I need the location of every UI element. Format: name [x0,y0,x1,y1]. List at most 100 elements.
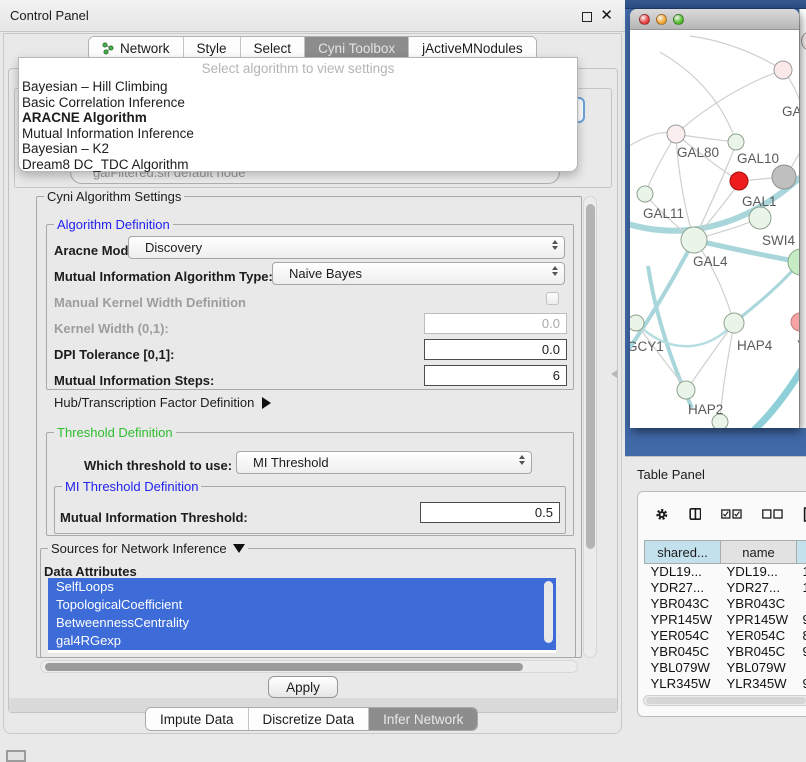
table-row[interactable]: YPR145WYPR145W9. [645,612,806,628]
table-cell[interactable]: 8. [797,628,806,644]
table-cell[interactable]: YBL079W [645,660,721,676]
checked-pair-icon[interactable] [721,508,742,520]
node-attribute-table[interactable]: shared...nameA YDL19...YDL19...13YDR27..… [644,540,806,690]
scrollbar-thumb[interactable] [646,697,806,704]
column-header-name[interactable]: name [721,541,797,564]
algorithm-option[interactable]: Dream8 DC_TDC Algorithm [19,157,577,173]
network-edge[interactable] [645,134,676,194]
gear-icon[interactable] [655,506,669,523]
network-edge[interactable] [734,262,799,323]
mi-type-combo[interactable]: Naive Bayes [272,262,565,285]
network-node[interactable] [677,381,695,399]
table-cell[interactable]: 9. [797,644,806,660]
network-edge[interactable] [688,323,734,388]
close-icon[interactable]: ✕ [600,6,613,24]
table-cell[interactable]: YDL19... [645,564,721,580]
tab-discretize-data[interactable]: Discretize Data [249,708,370,730]
spinner-arrows-icon[interactable] [552,266,558,276]
network-edge[interactable] [754,348,799,428]
network-node[interactable] [681,227,707,253]
spinner-arrows-icon[interactable] [552,240,558,250]
manual-kernel-checkbox[interactable] [546,292,559,305]
aracne-mode-combo[interactable]: Discovery [128,236,565,259]
table-cell[interactable]: YDR27... [645,580,721,596]
collapsed-panel-icon[interactable] [6,750,26,762]
network-node[interactable] [791,313,799,331]
network-node[interactable] [637,186,653,202]
list-scrollbar[interactable] [544,581,553,643]
apply-button[interactable]: Apply [268,676,338,698]
tab-impute-data[interactable]: Impute Data [146,708,249,730]
table-row[interactable]: YLR345WYLR345W9. [645,676,806,691]
columns-icon[interactable] [689,506,702,522]
table-cell[interactable]: YDL19... [721,564,797,580]
table-cell[interactable] [797,596,806,612]
which-threshold-combo[interactable]: MI Threshold [236,451,532,474]
unchecked-pair-icon[interactable] [762,508,783,520]
tab-infer-network[interactable]: Infer Network [369,708,477,730]
mi-threshold-field[interactable]: 0.5 [420,502,560,523]
table-cell[interactable]: 9. [797,676,806,691]
table-row[interactable]: YDL19...YDL19...13 [645,564,806,580]
scrollbar-thumb[interactable] [45,663,523,671]
network-node[interactable] [630,315,644,331]
algorithm-option[interactable]: Mutual Information Inference [19,126,577,142]
table-cell[interactable]: YPR145W [645,612,721,628]
table-cell[interactable]: 13 [797,564,806,580]
table-cell[interactable]: YDR27... [721,580,797,596]
table-row[interactable]: YBL079WYBL079W [645,660,806,676]
table-cell[interactable]: YLR345W [721,676,797,691]
attribute-list-item[interactable]: TopologicalCoefficient [48,596,556,614]
table-cell[interactable]: YER054C [645,628,721,644]
table-horizontal-scrollbar[interactable] [643,695,806,706]
table-cell[interactable]: YPR145W [721,612,797,628]
algorithm-option[interactable]: ARACNE Algorithm [19,110,577,126]
network-node[interactable] [749,207,771,229]
algorithm-option[interactable]: Bayesian – K2 [19,141,577,157]
network-node[interactable] [788,249,799,275]
network-node[interactable] [724,313,744,333]
table-cell[interactable]: 12 [797,580,806,596]
mac-minimize-button[interactable] [656,14,667,25]
table-cell[interactable]: 9. [797,612,806,628]
algorithm-option[interactable]: Bayesian – Hill Climbing [19,79,577,95]
network-node[interactable] [772,165,796,189]
network-node[interactable] [728,134,744,150]
column-header-shared[interactable]: shared... [645,541,721,564]
attribute-list-item[interactable]: BetweennessCentrality [48,614,556,632]
hub-definition-expander[interactable]: Hub/Transcription Factor Definition [54,395,271,410]
column-header-A[interactable]: A [797,541,806,564]
mac-close-button[interactable] [639,14,650,25]
network-canvas[interactable]: GAL80GAL10GAL1GAL11SWI4GAL4GCY1HAP4YHAP2… [630,30,799,428]
float-window-icon[interactable] [582,12,592,22]
table-cell[interactable]: YBR045C [645,644,721,660]
table-cell[interactable]: YBL079W [721,660,797,676]
data-attributes-list[interactable]: SelfLoopsTopologicalCoefficientBetweenne… [48,578,556,653]
table-row[interactable]: YBR043CYBR043C [645,596,806,612]
network-view-window[interactable]: GAL80GAL10GAL1GAL11SWI4GAL4GCY1HAP4YHAP2… [630,9,799,428]
scrollbar-thumb[interactable] [586,204,595,549]
table-cell[interactable]: YBR043C [721,596,797,612]
table-row[interactable]: YDR27...YDR27...12 [645,580,806,596]
attribute-list-item[interactable]: SelfLoops [48,578,556,596]
attribute-list-item[interactable]: gal4RGexp [48,632,556,650]
table-row[interactable]: YER054CYER054C8. [645,628,806,644]
table-cell[interactable]: YBR045C [721,644,797,660]
algorithm-option[interactable]: Basic Correlation Inference [19,95,577,111]
network-window-titlebar[interactable] [630,9,799,30]
network-edge[interactable] [636,323,684,386]
table-cell[interactable]: YBR043C [645,596,721,612]
mi-steps-field[interactable]: 6 [424,365,567,386]
dpi-tolerance-field[interactable]: 0.0 [424,339,567,360]
network-node[interactable] [774,61,792,79]
settings-vertical-scrollbar[interactable] [583,196,597,658]
spinner-arrows-icon[interactable] [519,455,525,465]
table-cell[interactable]: YLR345W [645,676,721,691]
collapse-down-icon[interactable] [233,544,245,553]
network-edge[interactable] [690,36,783,70]
mac-zoom-button[interactable] [673,14,684,25]
table-cell[interactable] [797,660,806,676]
network-node[interactable] [730,172,748,190]
table-cell[interactable]: YER054C [721,628,797,644]
table-row[interactable]: YBR045CYBR045C9. [645,644,806,660]
